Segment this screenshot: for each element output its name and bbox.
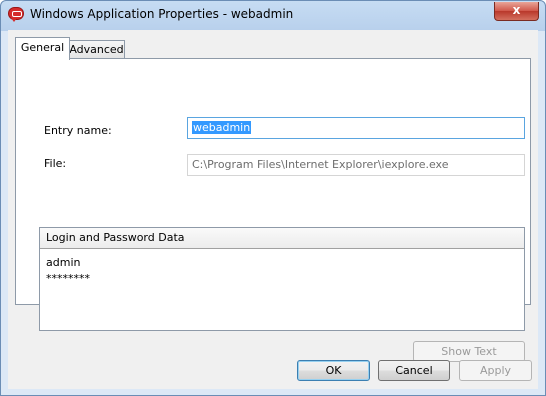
window-title: Windows Application Properties - webadmi…	[30, 7, 294, 21]
entry-name-label: Entry name:	[44, 124, 112, 137]
tab-general[interactable]: General	[15, 37, 70, 60]
app-icon	[8, 7, 24, 22]
dialog-client: General Advanced Entry name: webadmin Fi…	[8, 30, 538, 389]
entry-name-value: webadmin	[192, 121, 252, 134]
tab-advanced[interactable]: Advanced	[68, 40, 125, 59]
login-password-group: Login and Password Data admin ********	[39, 227, 525, 331]
file-path-field[interactable]: C:\Program Files\Internet Explorer\iexpl…	[187, 154, 525, 176]
general-tab-panel: Entry name: webadmin File: C:\Program Fi…	[15, 58, 531, 362]
properties-dialog: Windows Application Properties - webadmi…	[0, 0, 546, 396]
title-bar[interactable]: Windows Application Properties - webadmi…	[1, 1, 545, 29]
entry-name-input[interactable]: webadmin	[187, 117, 525, 139]
file-label: File:	[44, 157, 67, 170]
apply-button[interactable]: Apply	[459, 360, 532, 381]
show-text-button[interactable]: Show Text	[413, 341, 525, 362]
cancel-button[interactable]: Cancel	[378, 360, 450, 381]
password-value: ********	[46, 272, 90, 285]
username-value: admin	[46, 256, 81, 269]
ok-button[interactable]: OK	[297, 360, 370, 381]
login-password-header: Login and Password Data	[40, 228, 524, 249]
close-button[interactable]: x	[494, 2, 539, 21]
